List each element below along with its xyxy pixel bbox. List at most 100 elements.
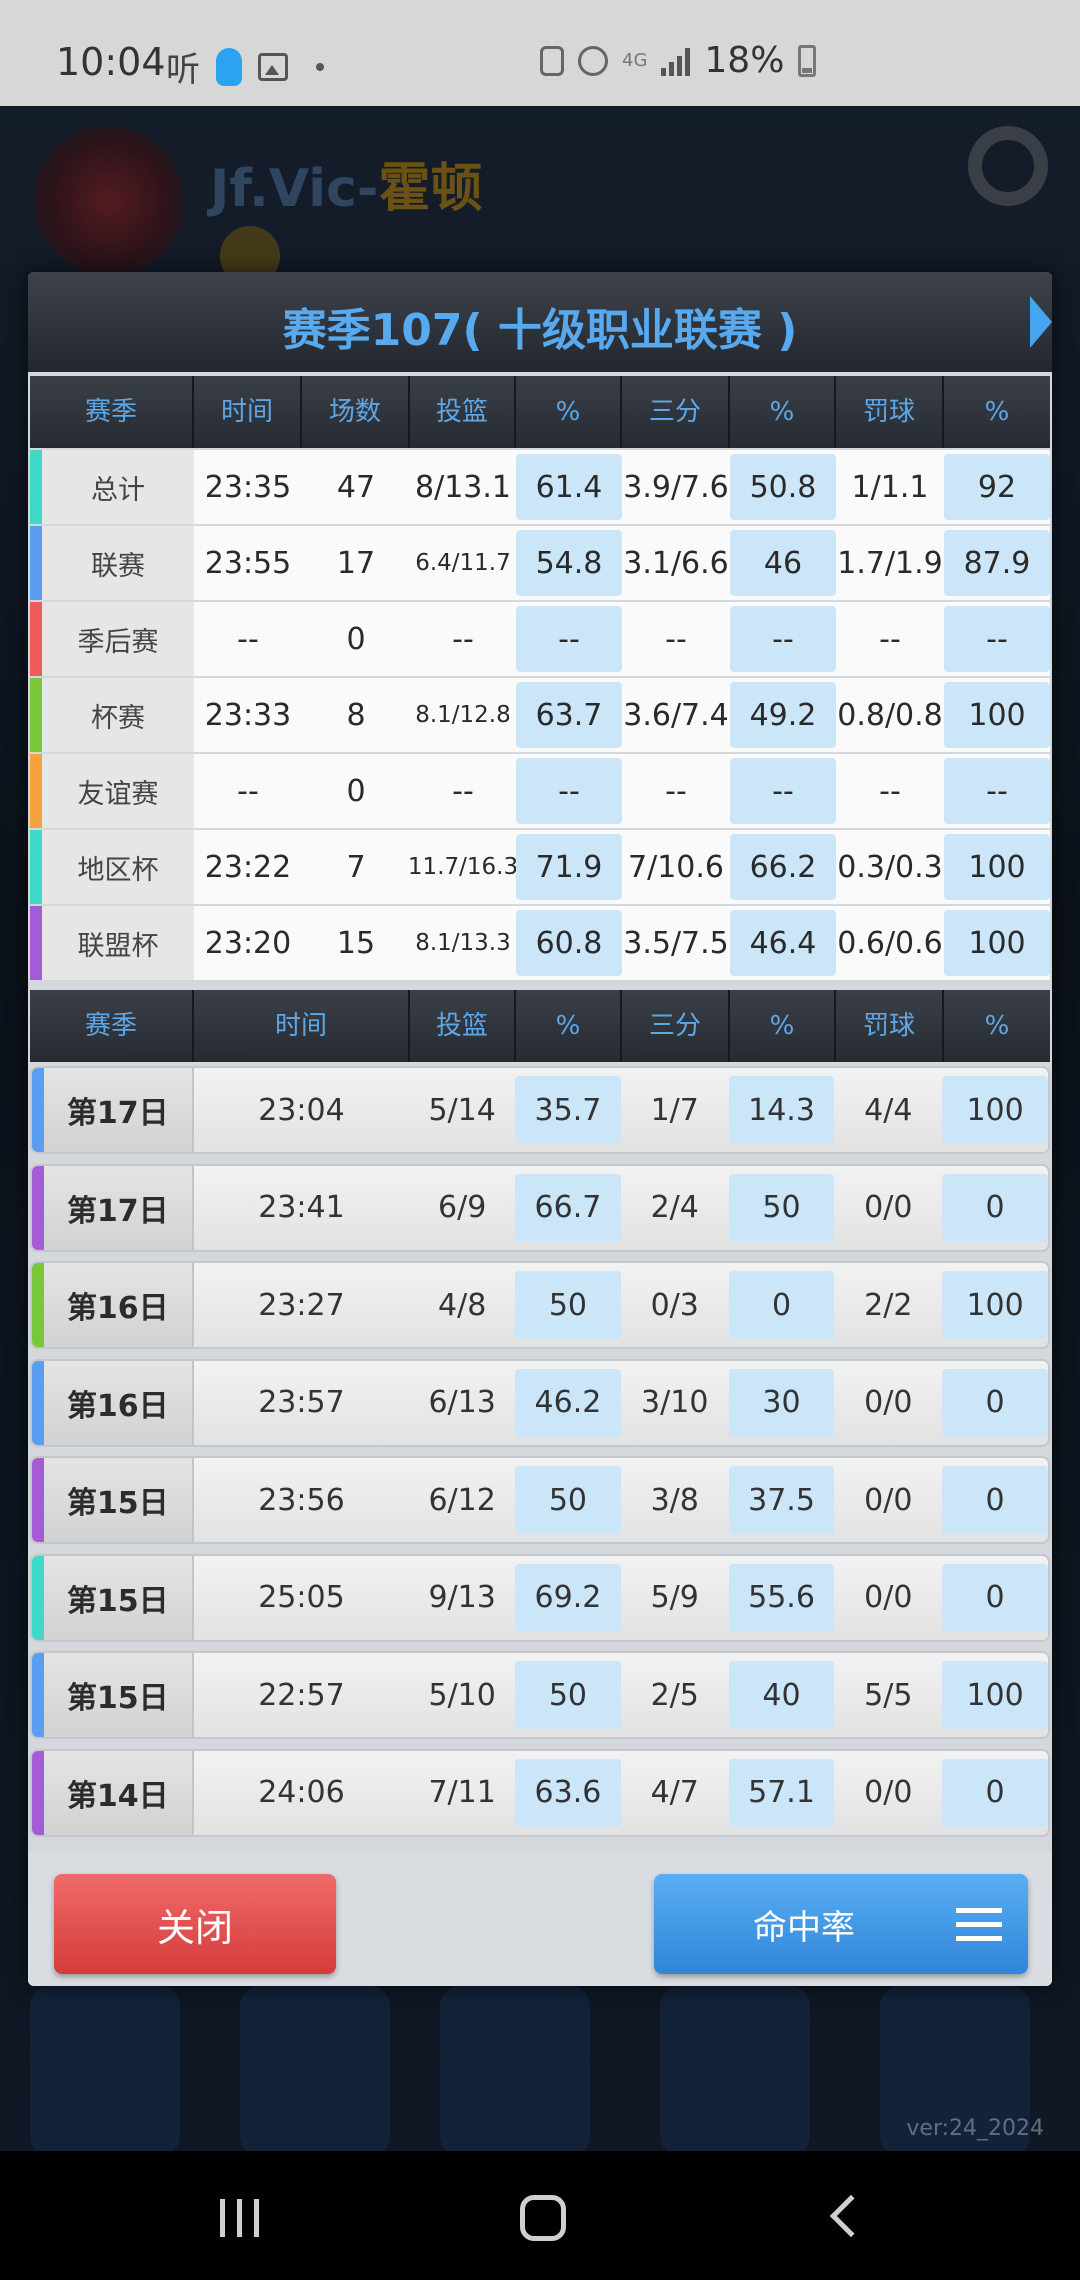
season-row-label: 总计 [42,450,194,524]
row-color-bar [32,1165,44,1250]
season-cell-场数: 8 [346,697,366,733]
home-icon[interactable] [520,2195,566,2241]
game-row[interactable]: 第17日 23:04 5/14 35.7 1/7 14.3 4/4 100 [30,1066,1050,1154]
game-cell-%: 30 [728,1368,835,1437]
season-cell-时间: 23:35 [204,469,292,505]
game-header-1: 时间 [194,990,410,1062]
season-cell-%: -- [944,606,1050,672]
season-header-1: 时间 [194,376,302,448]
season-table-header: 赛季 时间 场数 投篮% 三分% 罚球% [30,376,1050,448]
season-cell-三分: -- [665,773,687,809]
season-row[interactable]: 地区杯 23:22 7 11.7/16.3 71.9 7/10.6 66.2 0.3/0.3 1… [30,830,1050,904]
system-nav-bar [0,2151,1080,2280]
season-cell-%: 61.4 [516,454,622,520]
season-cell-三分: 7/10.6 [628,849,724,885]
season-row[interactable]: 联赛 23:55 17 6.4/11.7 54.8 3.1/6.6 46 1.7/1.9 87.… [30,526,1050,600]
row-color-bar [32,1555,44,1640]
season-cell-%: 87.9 [944,530,1050,596]
game-row[interactable]: 第16日 23:57 6/13 46.2 3/10 30 0/0 0 [30,1358,1050,1447]
status-system: 4G 18% [540,40,817,81]
game-cell-投篮: 4/8 [438,1287,487,1323]
season-row[interactable]: 联盟杯 23:20 15 8.1/13.3 60.8 3.5/7.5 46.4 0.6/0.6… [30,906,1050,980]
sync-icon [540,45,564,76]
settings-gear-icon[interactable] [968,126,1048,206]
season-cell-三分: -- [665,621,687,657]
game-cell-时间: 22:57 [258,1677,345,1713]
gallery-icon [258,52,288,81]
game-row[interactable]: 第15日 23:56 6/12 50 3/8 37.5 0/0 0 [30,1456,1050,1544]
season-row[interactable]: 季后赛 -- 0 -- -- -- -- -- -- [30,602,1050,676]
game-header-3: % [516,990,622,1062]
season-cell-投篮: 8.1/13.3 [415,930,511,956]
game-cell-罚球: 0/0 [864,1385,913,1420]
game-cell-投篮: 6/12 [428,1482,496,1518]
game-cell-罚球: 0/0 [864,1580,913,1615]
back-icon[interactable] [829,2194,873,2238]
season-row-label: 地区杯 [42,830,194,904]
game-cell-罚球: 4/4 [864,1092,913,1128]
game-cell-投篮: 6/9 [438,1190,487,1225]
season-cell-场数: 17 [336,545,376,581]
game-row[interactable]: 第17日 23:41 6/9 66.7 2/4 50 0/0 0 [30,1163,1050,1252]
row-color-bar [30,526,42,600]
game-cell-时间: 23:57 [258,1385,345,1420]
nav-chat-button[interactable] [660,1986,810,2156]
more-notifications-dot-icon [316,62,324,71]
season-row[interactable]: 友谊赛 -- 0 -- -- -- -- -- -- [30,754,1050,828]
game-row[interactable]: 第15日 22:57 5/10 50 2/5 40 5/5 100 [30,1651,1050,1739]
row-color-bar [30,906,42,980]
game-cell-时间: 23:27 [258,1287,345,1323]
game-cell-%: 0 [942,1466,1048,1534]
season-cell-罚球: 0.8/0.8 [837,697,943,733]
dialog-footer: 关闭 命中率 [28,1852,1052,1986]
game-cell-%: 57.1 [728,1758,835,1827]
season-header-3: 投篮 [410,376,516,448]
season-cell-时间: -- [237,621,259,657]
game-table-header: 赛季 时间 投篮% 三分% 罚球% [30,990,1050,1062]
season-cell-%: 46 [730,530,836,596]
team-logo [34,126,184,276]
game-cell-三分: 3/8 [650,1482,699,1518]
game-header-6: 罚球 [836,990,944,1062]
nav-court-button[interactable] [440,1986,590,2156]
season-cell-场数: 15 [336,925,376,961]
season-cell-罚球: 1.7/1.9 [837,545,943,581]
status-notifications: 听 [166,42,324,91]
season-cell-时间: 23:20 [204,925,292,961]
close-button[interactable]: 关闭 [54,1874,336,1974]
game-cell-三分: 2/4 [650,1190,699,1225]
alarm-icon [578,45,608,76]
season-cell-%: 100 [944,682,1050,748]
next-season-arrow-icon[interactable] [1030,296,1052,348]
season-header-6: % [730,376,836,448]
game-cell-%: 100 [942,1661,1048,1729]
season-cell-罚球: 0.3/0.3 [837,849,943,885]
season-cell-%: 66.2 [730,834,836,900]
season-cell-场数: 7 [346,849,366,885]
season-row[interactable]: 杯赛 23:33 8 8.1/12.8 63.7 3.6/7.4 49.2 0.8/0.8 10… [30,678,1050,752]
nav-star-button[interactable] [30,1986,180,2156]
game-cell-%: 0 [942,1563,1048,1632]
game-row[interactable]: 第15日 25:05 9/13 69.2 5/9 55.6 0/0 0 [30,1553,1050,1642]
game-cell-罚球: 0/0 [864,1482,913,1518]
season-cell-场数: 0 [346,621,366,657]
version-label: ver:24_2024 [906,2116,1044,2141]
season-header-2: 场数 [302,376,410,448]
hit-rate-button[interactable]: 命中率 [654,1874,1028,1974]
game-cell-三分: 0/3 [650,1287,699,1323]
game-cell-%: 14.3 [728,1076,835,1144]
season-row[interactable]: 总计 23:35 47 8/13.1 61.4 3.9/7.6 50.8 1/1.1 92 [30,450,1050,524]
season-cell-时间: 23:22 [204,849,292,885]
row-color-bar [30,602,42,676]
game-row[interactable]: 第14日 24:06 7/11 63.6 4/7 57.1 0/0 0 [30,1748,1050,1837]
season-cell-罚球: 1/1.1 [851,469,929,505]
recent-apps-icon[interactable] [220,2199,259,2237]
game-cell-罚球: 2/2 [864,1287,913,1323]
game-day-label: 第16日 [43,1360,194,1445]
season-cell-%: -- [944,758,1050,824]
game-row[interactable]: 第16日 23:27 4/8 50 0/3 0 2/2 100 [30,1261,1050,1349]
battery-percent: 18% [704,40,785,81]
game-cell-%: 35.7 [515,1076,621,1144]
nav-money-button[interactable] [240,1986,390,2156]
season-row-label: 联盟杯 [42,906,194,980]
